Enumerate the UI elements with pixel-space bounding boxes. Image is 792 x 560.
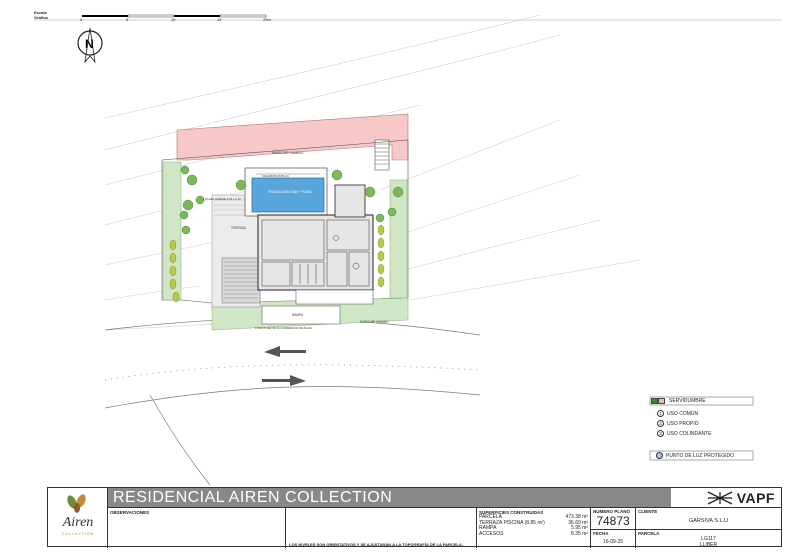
legend-servidumbre-label: SERVIDUMBRE: [669, 398, 706, 404]
legend-luz-label: PUNTO DE LUZ PROTEGIDO: [666, 452, 734, 459]
brand-name: VAPF: [736, 489, 775, 506]
plano-number: 74873: [596, 514, 630, 528]
label-plaza: 1 PLAZA GARAJE 3.00 x 2.70: [203, 197, 241, 201]
cliente-label: CLIENTE: [638, 509, 658, 514]
scale-tick-10: 10: [171, 17, 176, 22]
scale-tick-5: 5: [126, 17, 129, 22]
house-footprint: [257, 214, 374, 291]
traffic-arrows: [262, 346, 306, 386]
scale-tick-20: 20m: [263, 17, 271, 22]
note-cell: LOS NIVELES SON ORIENTATIVOS Y SE AJUSTA…: [286, 507, 477, 548]
swatch-green: [651, 398, 658, 404]
light-point-icon: [656, 452, 663, 459]
observaciones-label: OBSERVACIONES: [110, 510, 150, 515]
swatch-pink: [658, 398, 665, 404]
airen-logo: Airen COLLECTION: [48, 488, 108, 548]
label-terraza: TERRAZA: [231, 226, 247, 230]
legend-servidumbre: SERVIDUMBRE: [651, 398, 706, 404]
label-pool: PISCINA 3.80x7.80m + PLAYA: [268, 190, 312, 194]
north-arrow-icon: N: [77, 27, 103, 64]
levels-note: LOS NIVELES SON ORIENTATIVOS Y SE AJUSTA…: [289, 542, 463, 547]
fecha-label: FECHA: [593, 531, 609, 536]
observaciones-cell: OBSERVACIONES: [108, 507, 286, 548]
legend-uso-1: 1 USO COMÚN: [657, 410, 698, 417]
scale-tick-15: 15: [217, 17, 222, 22]
legend-uso-3: 3 USO COLINDANTE: [657, 430, 711, 437]
sunburst-icon: [707, 490, 732, 505]
pool: [251, 177, 325, 213]
label-muro-top: MURO DE CAMINO: [272, 151, 304, 155]
uso-3-number: 3: [657, 430, 664, 437]
uso-2-number: 2: [657, 420, 664, 427]
title-block: Airen COLLECTION RESIDENCIAL AIREN COLLE…: [47, 487, 782, 548]
superficie-name: ACCESOS: [479, 530, 504, 537]
site-plan: MURO DE CAMINO PISCINA 3.80x7.80m + PLAY…: [34, 14, 782, 486]
road: [104, 318, 481, 486]
label-paso: 1.5/10.5 METROS CORREDOR DE AGUA: [255, 326, 312, 330]
label-pool-edge: SOLARIUM (8.85 m²): [262, 174, 289, 178]
superficie-row: ACCESOS 8.35 m²: [479, 530, 588, 538]
uso-3-label: USO COLINDANTE: [667, 430, 712, 437]
hedge-right: [377, 224, 385, 288]
project-banner: RESIDENCIAL AIREN COLLECTION: [108, 488, 726, 507]
logo-sub: COLLECTION: [61, 532, 95, 536]
label-rampa: RAMPA: [292, 313, 304, 317]
scale-tick-0: 0: [80, 17, 83, 22]
uso-1-label: USO COMÚN: [667, 410, 699, 417]
logo-main: Airen: [62, 515, 94, 530]
label-muro-bottom: MURO DE CAMINO: [360, 320, 389, 324]
superficie-value: 8.35 m²: [571, 530, 588, 537]
parcela-cell: PARCELA LG117 LLIBER: [636, 529, 781, 548]
compass-letter: N: [85, 37, 94, 51]
legend-luz: PUNTO DE LUZ PROTEGIDO: [656, 452, 734, 459]
superficies-cell: SUPERFICIES CONSTRUIDAS PARCELA 473.38 m…: [477, 507, 591, 548]
scale-title: Escala Gráfica: [34, 10, 48, 20]
uso-1-number: 1: [657, 410, 664, 417]
parcela-value-2: LLIBER: [699, 542, 718, 548]
cliente-cell: CLIENTE GARSIVA S.L.U: [636, 507, 781, 529]
cliente-value: GARSIVA S.L.U: [688, 518, 729, 524]
fecha-value: 16-09-25: [602, 539, 623, 545]
legend-uso-2: 2 USO PROPIO: [657, 420, 699, 427]
uso-2-label: USO PROPIO: [667, 420, 699, 427]
plano-cell: NUMERO PLANO 74873: [591, 507, 636, 529]
vapf-logo: VAPF: [671, 488, 781, 507]
fecha-cell: FECHA 16-09-25: [591, 529, 636, 548]
